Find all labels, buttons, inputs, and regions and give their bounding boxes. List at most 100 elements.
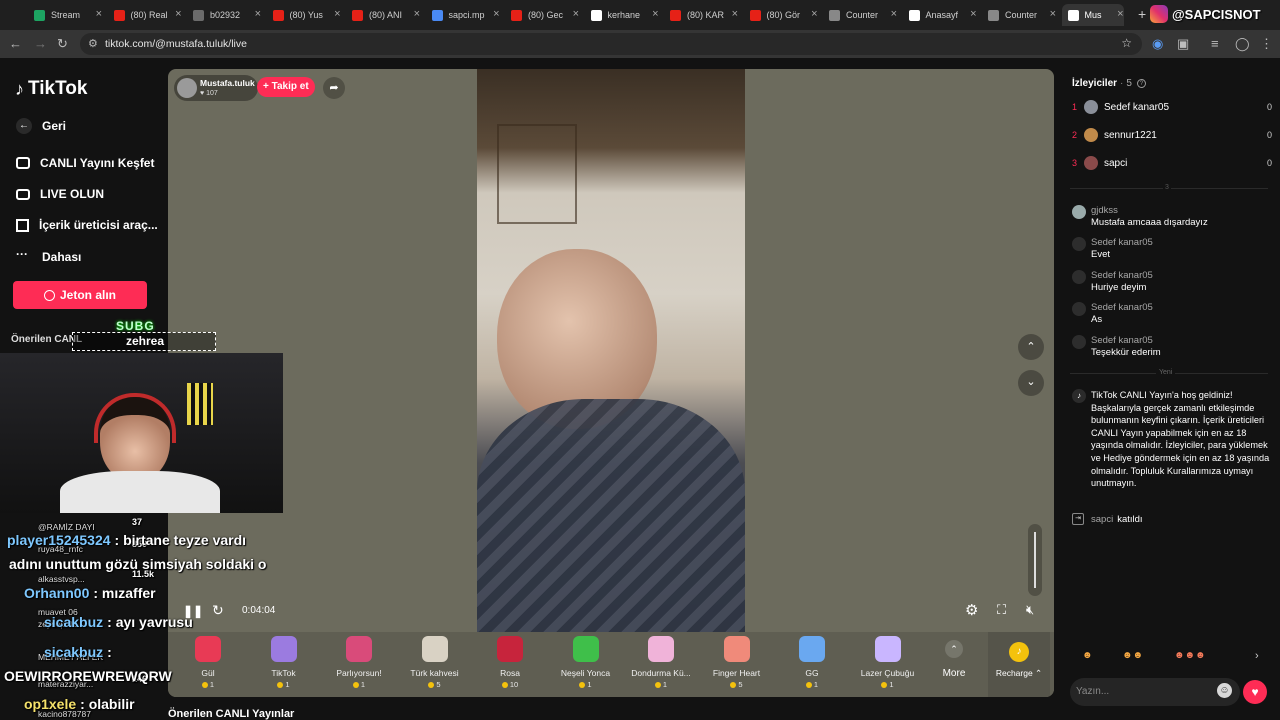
gift-item[interactable]: Finger Heart 5	[702, 636, 772, 689]
fullscreen-button[interactable]: ⛶	[997, 602, 1006, 618]
browser-tab[interactable]: Counter ×	[982, 4, 1056, 26]
gift-item[interactable]: GG 1	[777, 636, 847, 689]
right-panel: İzleyiciler · 5 ? 1 Sedef kanar05 0 2 sennur…	[1062, 58, 1280, 720]
close-tab-icon[interactable]: ×	[334, 8, 340, 20]
menu-icon[interactable]: ⋮	[1260, 36, 1273, 52]
avatar[interactable]	[1072, 205, 1086, 219]
comment-item: Sedef kanar05 Teşekkür ederim	[1072, 335, 1272, 363]
follow-button[interactable]: + Takip et	[257, 77, 315, 97]
extension-icon[interactable]: ◉	[1152, 36, 1163, 52]
back-link[interactable]: ← Geri	[16, 118, 66, 134]
reload-icon[interactable]: ↻	[57, 36, 68, 52]
tab-favicon-icon	[590, 9, 602, 21]
viewer-row[interactable]: 1 Sedef kanar05 0	[1072, 100, 1272, 114]
browser-tab[interactable]: (80) KAR ×	[664, 4, 738, 26]
gift-item[interactable]: TikTok 1	[249, 636, 319, 689]
gift-item[interactable]: Gül 1	[173, 636, 243, 689]
recharge-button[interactable]: ♪ Recharge ⌃	[988, 632, 1050, 697]
overlay-chat-user: player15245324	[7, 532, 111, 548]
sidebar-item-explore-live[interactable]: CANLI Yayını Keşfet	[16, 156, 154, 170]
live-video[interactable]	[477, 69, 745, 632]
mute-button[interactable]: 🔇︎	[1026, 602, 1034, 618]
profile-icon[interactable]: ◯	[1235, 36, 1250, 52]
instagram-icon	[1150, 5, 1168, 23]
address-bar[interactable]: ⚙ tiktok.com/@mustafa.tuluk/live ☆	[80, 33, 1142, 55]
viewer-row[interactable]: 2 sennur1221 0	[1072, 128, 1272, 142]
gift-item[interactable]: Lazer Çubuğu 1	[853, 636, 923, 689]
avatar[interactable]	[1072, 270, 1086, 284]
sidebar-item-go-live[interactable]: LIVE OLUN	[16, 187, 104, 201]
browser-tab[interactable]: (80) ANI ×	[346, 4, 420, 26]
close-tab-icon[interactable]: ×	[255, 8, 261, 20]
viewer-row[interactable]: 3 sapci 0	[1072, 156, 1272, 170]
live-player[interactable]: Mustafa.tuluk ♥ 107 + Takip et ➦ ⌃ ⌄ ❚❚ …	[168, 69, 1054, 697]
get-coins-button[interactable]: Jeton alın	[13, 281, 147, 309]
quick-reaction-3[interactable]: ☻☻☻	[1174, 650, 1206, 661]
close-tab-icon[interactable]: ×	[1050, 8, 1056, 20]
close-tab-icon[interactable]: ×	[175, 8, 181, 20]
host-name[interactable]: Mustafa.tuluk	[200, 78, 255, 88]
gift-item[interactable]: Dondurma Kü... 1	[626, 636, 696, 689]
reactions-next-icon[interactable]: ›	[1255, 650, 1259, 662]
sidebar-item-more[interactable]: ··· Dahası	[16, 248, 81, 265]
gift-icon	[799, 636, 825, 662]
emoji-icon[interactable]: ☺	[1217, 683, 1232, 698]
browser-tab[interactable]: kerhane ×	[585, 4, 659, 26]
close-tab-icon[interactable]: ×	[652, 8, 658, 20]
back-icon[interactable]: ←	[9, 36, 22, 51]
new-tab-button[interactable]: +	[1138, 6, 1146, 22]
overlay-chat-line: OEWIRROREWREWQRW	[4, 668, 176, 684]
close-tab-icon[interactable]: ×	[811, 8, 817, 20]
share-button[interactable]: ➦	[323, 77, 345, 99]
avatar[interactable]	[1072, 302, 1086, 316]
browser-tab[interactable]: (80) Gör ×	[744, 4, 818, 26]
browser-tab[interactable]: (80) Gec ×	[505, 4, 579, 26]
close-tab-icon[interactable]: ×	[891, 8, 897, 20]
bookmark-star-icon[interactable]: ☆	[1121, 36, 1132, 50]
browser-tab[interactable]: Counter ×	[823, 4, 897, 26]
viewers-header: İzleyiciler · 5 ?	[1072, 78, 1146, 89]
avatar[interactable]	[1072, 335, 1086, 349]
close-tab-icon[interactable]: ×	[414, 8, 420, 20]
settings-button[interactable]: ⚙	[965, 601, 978, 619]
browser-tab[interactable]: b02932 ×	[187, 4, 261, 26]
next-live-button[interactable]: ⌄	[1018, 370, 1044, 396]
sidebar-item-creator-tools[interactable]: İçerik üreticisi araç...	[16, 218, 158, 232]
close-tab-icon[interactable]: ×	[493, 8, 499, 20]
gift-item[interactable]: Parlıyorsun! 1	[324, 636, 394, 689]
host-avatar[interactable]	[177, 78, 197, 98]
browser-tab[interactable]: Anasayf ×	[903, 4, 977, 26]
browser-tab[interactable]: (80) Yus ×	[267, 4, 341, 26]
forward-icon[interactable]: →	[34, 36, 47, 51]
close-tab-icon[interactable]: ×	[1117, 8, 1123, 20]
overlay-chat-text: : mızaffer	[93, 585, 156, 601]
previous-live-button[interactable]: ⌃	[1018, 334, 1044, 360]
house-icon	[16, 218, 29, 232]
comment-input[interactable]: Yazın... ☺	[1070, 678, 1240, 706]
gift-item[interactable]: Türk kahvesi 5	[400, 636, 470, 689]
gift-item[interactable]: Rosa 10	[475, 636, 545, 689]
close-tab-icon[interactable]: ×	[970, 8, 976, 20]
close-tab-icon[interactable]: ×	[96, 8, 102, 20]
avatar	[1084, 128, 1098, 142]
browser-tab[interactable]: (80) Real ×	[108, 4, 182, 26]
browser-tab[interactable]: Mus ×	[1061, 4, 1124, 26]
volume-slider[interactable]	[1028, 524, 1042, 596]
gift-item[interactable]: Neşeli Yonca 1	[551, 636, 621, 689]
avatar[interactable]	[1072, 237, 1086, 251]
close-tab-icon[interactable]: ×	[732, 8, 738, 20]
quick-reaction-2[interactable]: ☻☻	[1122, 650, 1143, 661]
refresh-button[interactable]: ↻	[212, 602, 224, 619]
site-info-icon[interactable]: ⚙	[88, 37, 98, 50]
puzzle-icon[interactable]: ▣	[1177, 36, 1189, 52]
tiktok-logo[interactable]: ♪ TikTok	[15, 78, 87, 100]
media-icon[interactable]: ≡	[1211, 36, 1219, 51]
gift-heart-button[interactable]: ♥	[1243, 680, 1267, 704]
close-tab-icon[interactable]: ×	[573, 8, 579, 20]
browser-tab[interactable]: Stream ×	[28, 4, 102, 26]
browser-tab[interactable]: sapci.mp ×	[426, 4, 500, 26]
more-gifts-button[interactable]: ⌃ More	[938, 636, 970, 679]
info-icon[interactable]: ?	[1136, 79, 1146, 88]
quick-reaction-1[interactable]: ☻	[1082, 650, 1093, 661]
host-badge: Mustafa.tuluk ♥ 107	[174, 75, 258, 101]
